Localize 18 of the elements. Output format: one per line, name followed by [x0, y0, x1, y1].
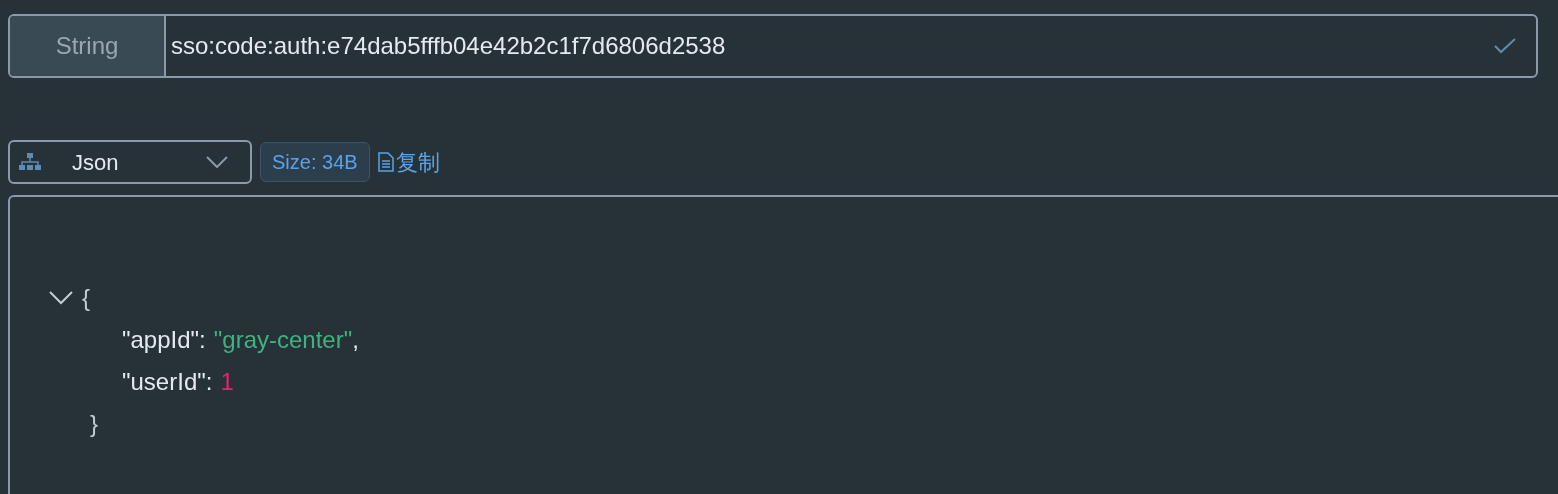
- hierarchy-icon: [19, 153, 41, 171]
- brace: }: [90, 410, 98, 437]
- colon: :: [205, 367, 213, 397]
- colon: :: [199, 325, 206, 355]
- document-icon: [377, 152, 394, 172]
- chevron-down-icon: [206, 156, 228, 168]
- json-value: 1: [220, 367, 234, 397]
- checkmark-icon[interactable]: [1494, 38, 1516, 54]
- copy-link[interactable]: 复制: [377, 145, 440, 179]
- type-label: String: [10, 16, 166, 76]
- size-badge: Size: 34B: [260, 142, 370, 182]
- json-key: "appId": [122, 319, 200, 361]
- format-select[interactable]: Json: [8, 140, 252, 184]
- json-value: "gray-center": [213, 325, 353, 355]
- json-key: "userId": [122, 361, 206, 403]
- brace: {: [82, 283, 90, 313]
- key-field[interactable]: sso:code:auth:e74dab5fffb04e42b2c1f7d6806d2538: [166, 16, 1536, 76]
- comma: ,: [352, 325, 359, 355]
